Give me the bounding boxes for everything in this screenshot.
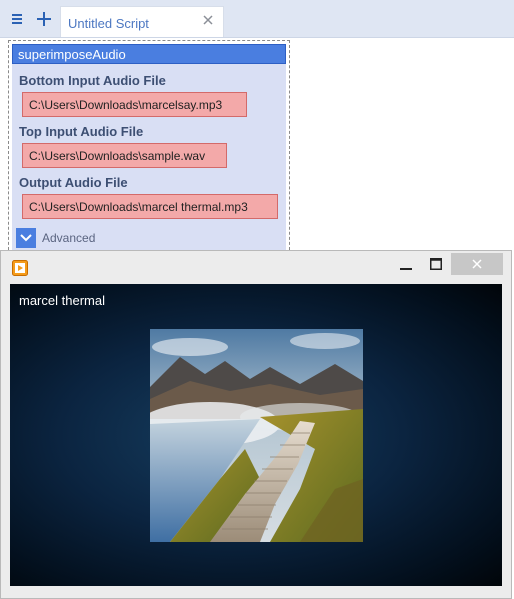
minimize-icon[interactable] xyxy=(393,253,419,275)
top-input-label: Top Input Audio File xyxy=(19,124,144,139)
video-area[interactable]: marcel thermal xyxy=(10,284,502,586)
node-header[interactable]: superimposeAudio xyxy=(12,44,286,64)
close-icon[interactable] xyxy=(201,13,215,27)
album-art-image xyxy=(150,329,363,542)
player-titlebar[interactable] xyxy=(1,251,511,283)
media-player-window: marcel thermal xyxy=(0,250,512,599)
hamburger-menu-icon[interactable] xyxy=(5,6,29,32)
bottom-input-label: Bottom Input Audio File xyxy=(19,73,166,88)
superimpose-audio-node[interactable]: superimposeAudio Bottom Input Audio File… xyxy=(8,40,290,255)
track-title: marcel thermal xyxy=(19,293,105,308)
media-player-play-icon xyxy=(12,260,28,276)
chevron-down-icon[interactable] xyxy=(16,228,36,248)
tab-untitled-script[interactable]: Untitled Script xyxy=(60,6,224,37)
close-icon[interactable] xyxy=(451,253,503,275)
tab-label: Untitled Script xyxy=(68,16,149,31)
maximize-icon[interactable] xyxy=(423,253,449,275)
output-file-field[interactable]: C:\Users\Downloads\marcel thermal.mp3 xyxy=(22,194,278,219)
output-file-label: Output Audio File xyxy=(19,175,128,190)
editor-toolbar: Untitled Script xyxy=(0,0,514,38)
plus-icon[interactable] xyxy=(32,6,56,32)
node-title: superimposeAudio xyxy=(18,47,126,62)
bottom-input-field[interactable]: C:\Users\Downloads\marcelsay.mp3 xyxy=(22,92,247,117)
advanced-label: Advanced xyxy=(42,231,96,245)
node-body: superimposeAudio Bottom Input Audio File… xyxy=(12,44,286,254)
top-input-field[interactable]: C:\Users\Downloads\sample.wav xyxy=(22,143,227,168)
